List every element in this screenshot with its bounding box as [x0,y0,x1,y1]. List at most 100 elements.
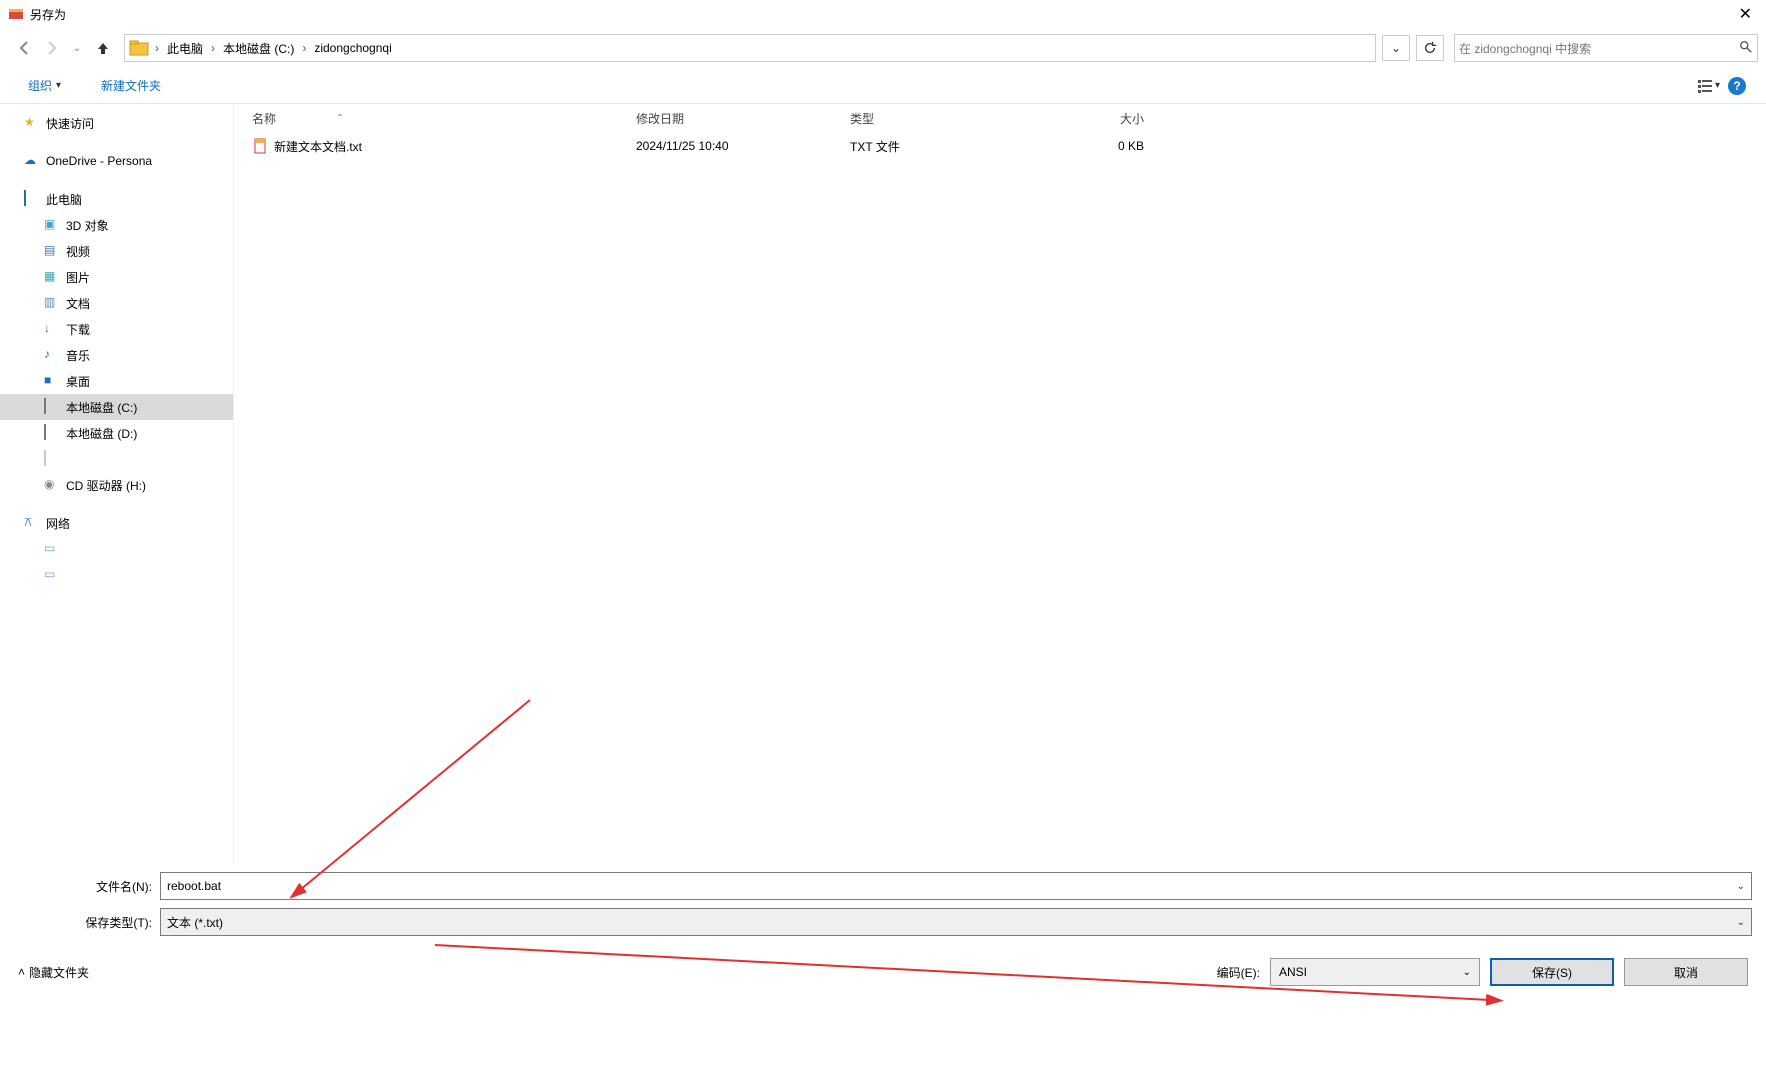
sidebar-downloads[interactable]: ↓ 下载 [0,316,233,342]
recent-dropdown[interactable]: ⌄ [66,37,88,59]
disc-icon: ◉ [44,477,60,493]
chevron-up-icon: ˄ [18,965,25,979]
breadcrumb-drive[interactable]: 本地磁盘 (C:) [217,38,300,59]
column-headers: 名称 ⌃ 修改日期 类型 大小 [234,104,1766,132]
footer: ˄ 隐藏文件夹 编码(E): ANSI ⌄ 保存(S) 取消 [0,944,1766,998]
drive-icon [44,399,60,415]
filename-label: 文件名(N): [14,878,160,895]
folder-icon [129,38,149,58]
main-area: ★ 快速访问 ☁ OneDrive - Persona 此电脑 ▣ 3D 对象 ▤… [0,104,1766,864]
document-icon: ▥ [44,295,60,311]
column-size[interactable]: 大小 [1024,110,1144,127]
star-icon: ★ [24,115,40,131]
sidebar-drive-d[interactable]: 本地磁盘 (D:) [0,420,233,446]
view-button[interactable]: ▾ [1697,78,1720,94]
up-button[interactable] [92,37,114,59]
pc-icon: ▭ [44,541,60,557]
sidebar-network[interactable]: ⚻ 网络 [0,510,233,536]
forward-button[interactable] [40,37,62,59]
sidebar-3d-objects[interactable]: ▣ 3D 对象 [0,212,233,238]
column-date[interactable]: 修改日期 [636,110,850,127]
chevron-down-icon[interactable]: ⌄ [1463,967,1471,978]
help-button[interactable]: ? [1728,77,1746,95]
picture-icon: ▦ [44,269,60,285]
encoding-select[interactable]: ANSI ⌄ [1270,958,1480,986]
refresh-button[interactable] [1416,35,1444,61]
filename-input[interactable]: reboot.bat ⌄ [160,872,1752,900]
list-view-icon [1697,78,1713,94]
search-icon [1739,40,1753,57]
monitor-icon [24,191,40,207]
drive-icon [44,451,60,467]
address-dropdown[interactable]: ⌄ [1382,35,1410,61]
toolbar: 组织 ▾ 新建文件夹 ▾ ? [0,68,1766,104]
window-title: 另存为 [30,6,66,23]
titlebar: 另存为 ✕ [0,0,1766,28]
organize-label: 组织 [28,77,52,94]
download-icon: ↓ [44,321,60,337]
file-size: 0 KB [1024,139,1144,153]
sidebar-quick-access[interactable]: ★ 快速访问 [0,110,233,136]
file-date: 2024/11/25 10:40 [636,139,850,153]
sidebar-videos[interactable]: ▤视频 [0,238,233,264]
sidebar-cd-drive[interactable]: ◉ CD 驱动器 (H:) [0,472,233,498]
close-button[interactable]: ✕ [1733,2,1758,26]
back-button[interactable] [14,37,36,59]
desktop-icon: ■ [44,373,60,389]
sidebar-net-pc2[interactable]: ▭ [0,562,233,588]
video-icon: ▤ [44,243,60,259]
cloud-icon: ☁ [24,153,40,169]
sidebar-label: CD 驱动器 (H:) [66,477,146,494]
sort-icon: ⌃ [336,113,344,124]
chevron-down-icon: ▾ [1715,80,1720,91]
encoding-label: 编码(E): [1217,964,1260,981]
sidebar-label: 3D 对象 [66,217,109,234]
column-type[interactable]: 类型 [850,110,1024,127]
sidebar-label: 图片 [66,269,90,286]
sidebar-music[interactable]: ♪音乐 [0,342,233,368]
newfolder-label: 新建文件夹 [101,77,161,94]
filename-value: reboot.bat [167,879,221,893]
sidebar-blank[interactable] [0,446,233,472]
chevron-right-icon: › [209,41,217,55]
sidebar-label: 文档 [66,295,90,312]
sidebar-desktop[interactable]: ■桌面 [0,368,233,394]
organize-button[interactable]: 组织 ▾ [20,73,69,98]
column-name-label: 名称 [252,110,276,127]
chevron-down-icon[interactable]: ⌄ [1737,881,1745,892]
sidebar-this-pc[interactable]: 此电脑 [0,186,233,212]
sidebar-label: 音乐 [66,347,90,364]
breadcrumb-pc[interactable]: 此电脑 [161,38,209,59]
sidebar: ★ 快速访问 ☁ OneDrive - Persona 此电脑 ▣ 3D 对象 ▤… [0,104,234,864]
filetype-label: 保存类型(T): [14,914,160,931]
filetype-select[interactable]: 文本 (*.txt) ⌄ [160,908,1752,936]
sidebar-label: 下载 [66,321,90,338]
sidebar-pictures[interactable]: ▦ 图片 [0,264,233,290]
breadcrumb-folder[interactable]: zidongchognqi [308,39,397,57]
sidebar-label: 本地磁盘 (C:) [66,399,137,416]
hide-folders-label: 隐藏文件夹 [29,964,89,981]
search-input[interactable]: 在 zidongchognqi 中搜索 [1454,34,1758,62]
cube-icon: ▣ [44,217,60,233]
sidebar-drive-c[interactable]: 本地磁盘 (C:) [0,394,233,420]
sidebar-label: OneDrive - Persona [46,154,152,168]
cancel-button[interactable]: 取消 [1624,958,1748,986]
column-name[interactable]: 名称 ⌃ [252,110,636,127]
sidebar-net-pc1[interactable]: ▭ [0,536,233,562]
hide-folders-toggle[interactable]: ˄ 隐藏文件夹 [18,964,89,981]
save-form: 文件名(N): reboot.bat ⌄ 保存类型(T): 文本 (*.txt)… [0,864,1766,936]
save-button[interactable]: 保存(S) [1490,958,1614,986]
sidebar-label: 快速访问 [46,115,94,132]
pc-icon: ▭ [44,567,60,583]
chevron-down-icon[interactable]: ⌄ [1737,917,1745,928]
file-name: 新建文本文档.txt [274,138,362,155]
navbar: ⌄ › 此电脑 › 本地磁盘 (C:) › zidongchognqi ⌄ 在 … [0,28,1766,68]
newfolder-button[interactable]: 新建文件夹 [93,73,169,98]
sidebar-label: 本地磁盘 (D:) [66,425,137,442]
file-row[interactable]: 新建文本文档.txt 2024/11/25 10:40 TXT 文件 0 KB [234,132,1766,160]
sidebar-documents[interactable]: ▥ 文档 [0,290,233,316]
sidebar-onedrive[interactable]: ☁ OneDrive - Persona [0,148,233,174]
network-icon: ⚻ [24,515,40,531]
address-bar[interactable]: › 此电脑 › 本地磁盘 (C:) › zidongchognqi [124,34,1376,62]
filetype-value: 文本 (*.txt) [167,914,223,931]
